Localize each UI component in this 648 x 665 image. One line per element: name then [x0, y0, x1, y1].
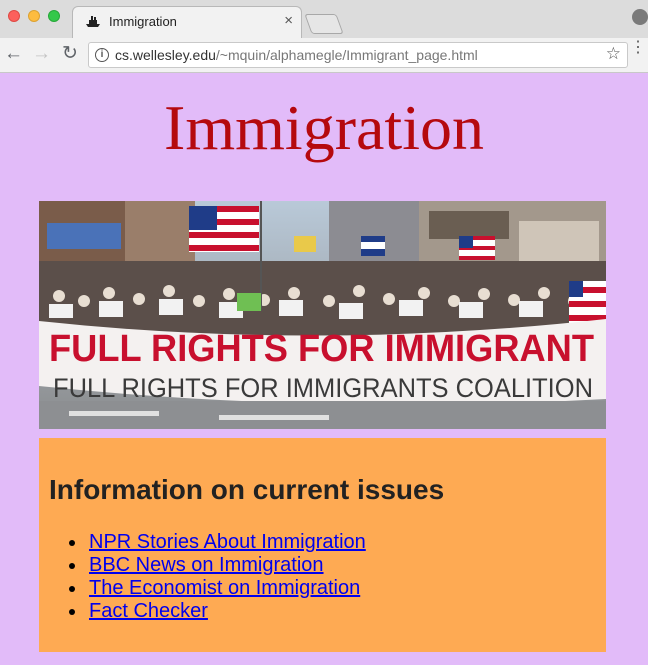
bookmark-star-icon[interactable]: ☆: [606, 44, 621, 64]
url-host: cs.wellesley.edu: [115, 47, 216, 63]
hero-image: FULL RIGHTS FOR IMMIGRANT FULL RIGHTS FO…: [39, 201, 606, 429]
banner-line-2: FULL RIGHTS FOR IMMIGRANTS COALITION: [53, 373, 593, 403]
list-item: Fact Checker: [69, 600, 366, 623]
bbc-link[interactable]: BBC News on Immigration: [89, 554, 324, 576]
economist-link[interactable]: The Economist on Immigration: [89, 577, 360, 599]
profile-icon[interactable]: [632, 9, 648, 25]
new-tab-button[interactable]: [304, 14, 344, 34]
info-heading: Information on current issues: [49, 474, 445, 505]
tab-title: Immigration: [109, 14, 177, 29]
forward-arrow-icon[interactable]: →: [32, 43, 51, 65]
resource-link-list: NPR Stories About Immigration BBC News o…: [69, 531, 366, 623]
npr-link[interactable]: NPR Stories About Immigration: [89, 531, 366, 553]
fact-checker-link[interactable]: Fact Checker: [89, 600, 208, 622]
ship-favicon-icon: [86, 16, 100, 27]
minimize-window-button[interactable]: [28, 10, 40, 22]
menu-dots-icon[interactable]: ⋮: [630, 40, 646, 56]
list-item: NPR Stories About Immigration: [69, 531, 366, 554]
back-arrow-icon[interactable]: ←: [4, 43, 23, 65]
url-path: /~mquin/alphamegle/Immigrant_page.html: [215, 47, 478, 63]
info-icon[interactable]: i: [95, 48, 109, 62]
url-text[interactable]: cs.wellesley.edu/~mquin/alphamegle/Immig…: [115, 47, 478, 63]
maximize-window-button[interactable]: [48, 10, 60, 22]
info-section: Information on current issues NPR Storie…: [39, 438, 606, 652]
tab-close-icon[interactable]: ×: [284, 12, 293, 29]
browser-titlebar: Immigration ×: [0, 0, 648, 38]
address-bar[interactable]: i cs.wellesley.edu/~mquin/alphamegle/Imm…: [88, 42, 628, 68]
list-item: The Economist on Immigration: [69, 577, 366, 600]
reload-icon[interactable]: ↻: [62, 43, 78, 65]
protest-photo: FULL RIGHTS FOR IMMIGRANT FULL RIGHTS FO…: [39, 201, 606, 429]
page-title: Immigration: [164, 92, 484, 163]
browser-tab[interactable]: Immigration ×: [72, 6, 302, 38]
banner-line-1: FULL RIGHTS FOR IMMIGRANT: [49, 328, 594, 370]
browser-toolbar: ← → ↻ i cs.wellesley.edu/~mquin/alphameg…: [0, 38, 648, 73]
list-item: BBC News on Immigration: [69, 554, 366, 577]
close-window-button[interactable]: [8, 10, 20, 22]
